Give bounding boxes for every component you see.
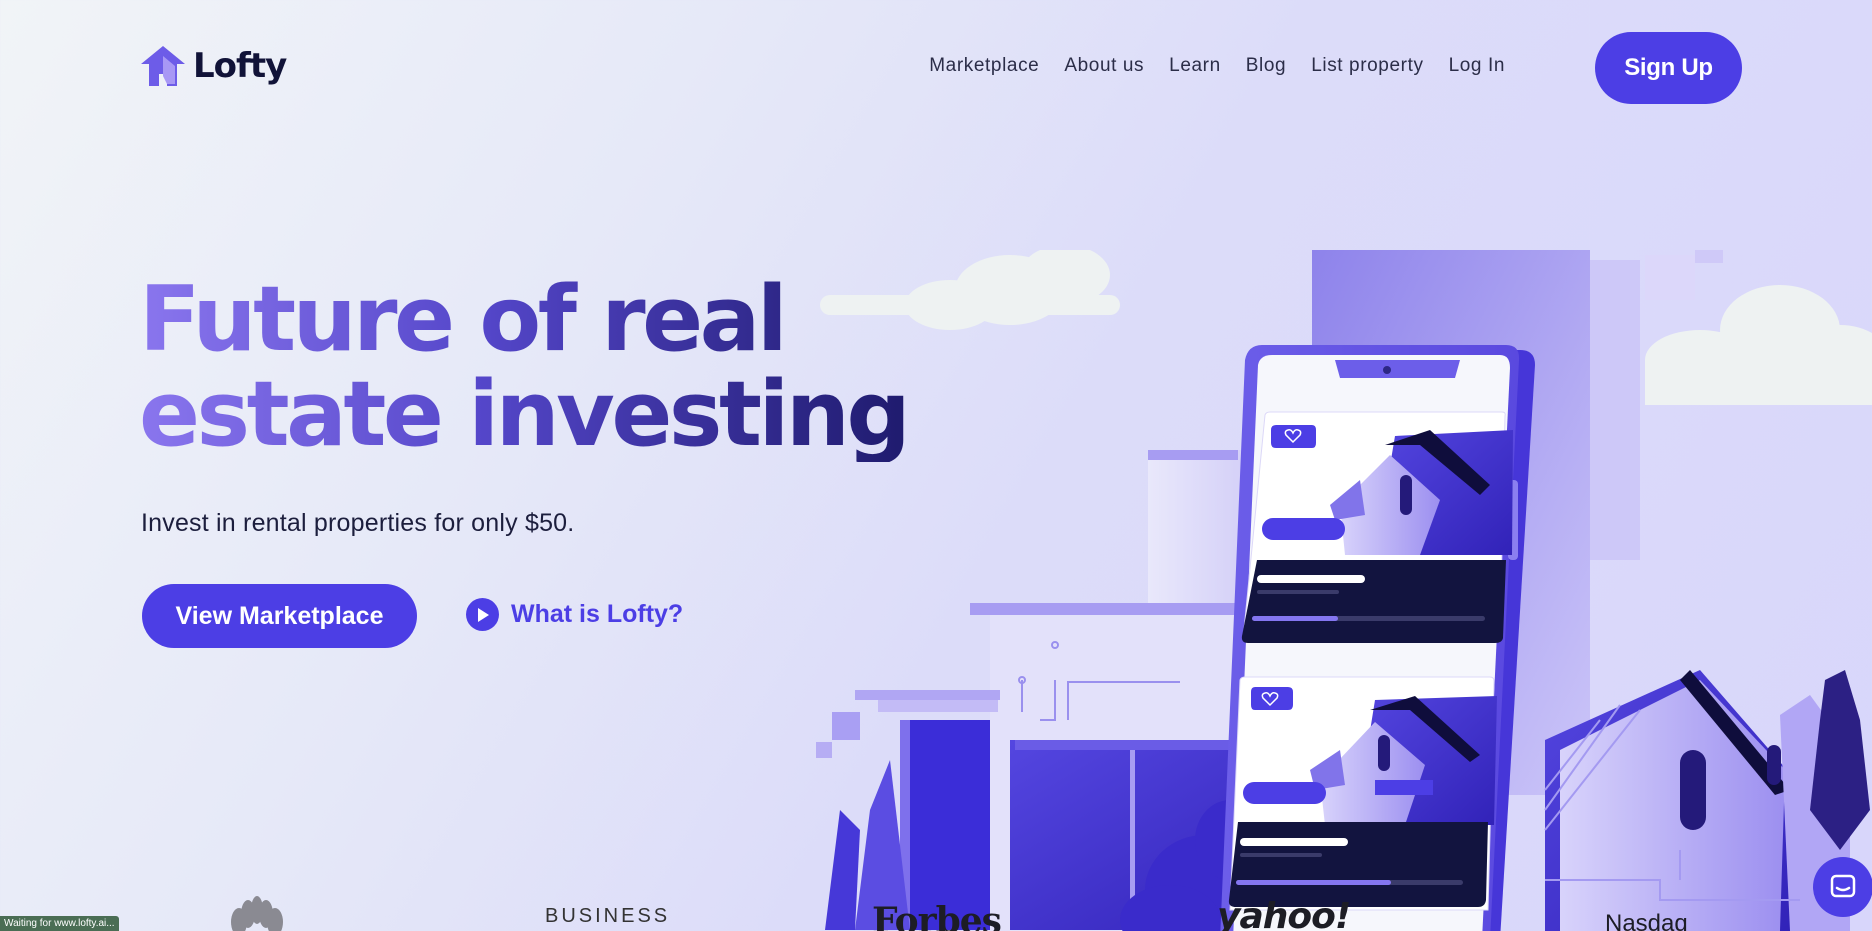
nav-link-log-in[interactable]: Log In <box>1449 55 1505 77</box>
listing-card <box>1241 411 1513 643</box>
brand-logo[interactable]: Lofty <box>141 46 287 86</box>
yahoo-logo: yahoo! <box>1217 896 1351 931</box>
nav-link-marketplace[interactable]: Marketplace <box>929 55 1039 77</box>
nav-link-learn[interactable]: Learn <box>1169 55 1221 77</box>
hero-title-line-1: Future of real <box>139 272 907 367</box>
forbes-logo: Forbes <box>872 900 1002 931</box>
hero-title-line-2: estate investing <box>139 362 911 467</box>
phone-mockup <box>1220 345 1535 931</box>
what-is-lofty-link[interactable]: What is Lofty? <box>466 598 683 631</box>
browser-status-bar: Waiting for www.lofty.ai... <box>0 916 119 931</box>
cloud-right <box>1645 285 1872 405</box>
nav-link-list-property[interactable]: List property <box>1311 55 1423 77</box>
what-is-lofty-label: What is Lofty? <box>511 600 684 628</box>
chat-button[interactable] <box>1813 857 1872 917</box>
hero-subtitle: Invest in rental properties for only $50… <box>141 509 575 537</box>
nav-link-blog[interactable]: Blog <box>1246 55 1286 77</box>
sign-up-button[interactable]: Sign Up <box>1595 32 1742 104</box>
hero-title: Future of real estate investing <box>139 272 911 467</box>
nav-link-about-us[interactable]: About us <box>1064 55 1144 77</box>
play-icon <box>466 598 499 631</box>
hero-illustration <box>816 250 1872 931</box>
chat-icon <box>1830 874 1856 898</box>
brand-name: Lofty <box>193 46 287 86</box>
lofty-logo-icon <box>141 46 185 86</box>
top-navigation: Lofty Marketplace About us Learn Blog Li… <box>0 0 1872 135</box>
cloud-left <box>820 250 1120 330</box>
business-insider-logo: BUSINESS <box>545 905 671 927</box>
nbc-peacock-icon <box>231 896 283 931</box>
nav-links: Marketplace About us Learn Blog List pro… <box>929 55 1505 77</box>
nasdaq-logo: Nasdaq <box>1605 910 1688 931</box>
listing-card <box>1228 676 1497 911</box>
view-marketplace-button[interactable]: View Marketplace <box>142 584 417 648</box>
